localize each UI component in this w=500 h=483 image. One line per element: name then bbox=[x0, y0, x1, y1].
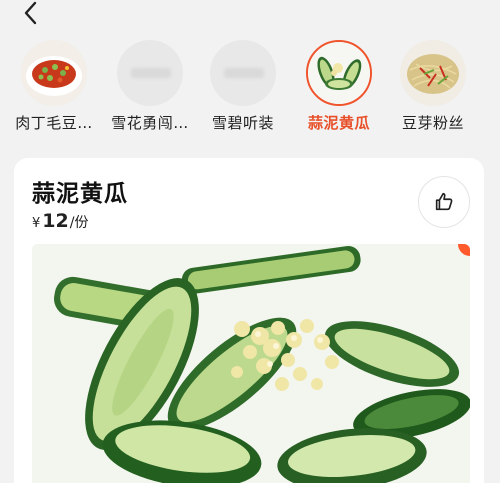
dish-thumbnail bbox=[117, 40, 183, 106]
dish-item-1[interactable]: 肉丁毛豆… bbox=[6, 40, 102, 133]
dish-title: 蒜泥黄瓜 bbox=[32, 181, 128, 207]
dish-thumbnail bbox=[306, 40, 372, 106]
currency-symbol: ¥ bbox=[32, 216, 41, 231]
dish-item-2[interactable]: 雪花勇闯… bbox=[102, 40, 198, 133]
dish-thumbnail bbox=[210, 40, 276, 106]
dish-label: 雪花勇闯… bbox=[111, 114, 189, 132]
dish-thumbnail bbox=[21, 40, 87, 106]
dish-price: ¥ 12 /份 bbox=[32, 210, 88, 232]
price-unit: /份 bbox=[69, 215, 89, 231]
dish-label: 雪碧听装 bbox=[211, 114, 274, 132]
dish-item-4[interactable]: 蒜泥黄瓜 bbox=[291, 40, 387, 133]
like-button[interactable] bbox=[418, 176, 470, 228]
price-amount: 12 bbox=[42, 210, 69, 232]
dish-item-3[interactable]: 雪碧听装 bbox=[195, 40, 291, 133]
thumbs-up-icon bbox=[435, 192, 453, 211]
dish-thumbnail bbox=[400, 40, 466, 106]
dish-label: 豆芽粉丝 bbox=[401, 114, 464, 132]
dish-photo bbox=[32, 244, 470, 483]
chevron-left-icon bbox=[24, 1, 37, 25]
dish-detail-card: 蒜泥黄瓜 ¥ 12 /份 bbox=[14, 158, 484, 483]
back-button[interactable] bbox=[18, 0, 44, 26]
dish-detail-page: 肉丁毛豆… 雪花勇闯… 雪碧听装 蒜泥黄瓜 豆芽粉丝 蒜泥黄瓜 ¥ 12 /份 bbox=[0, 0, 500, 483]
dish-label: 蒜泥黄瓜 bbox=[307, 114, 370, 132]
dish-label: 肉丁毛豆… bbox=[15, 114, 93, 132]
dish-selector: 肉丁毛豆… 雪花勇闯… 雪碧听装 蒜泥黄瓜 豆芽粉丝 bbox=[0, 40, 500, 133]
dish-item-5[interactable]: 豆芽粉丝 bbox=[385, 40, 481, 133]
